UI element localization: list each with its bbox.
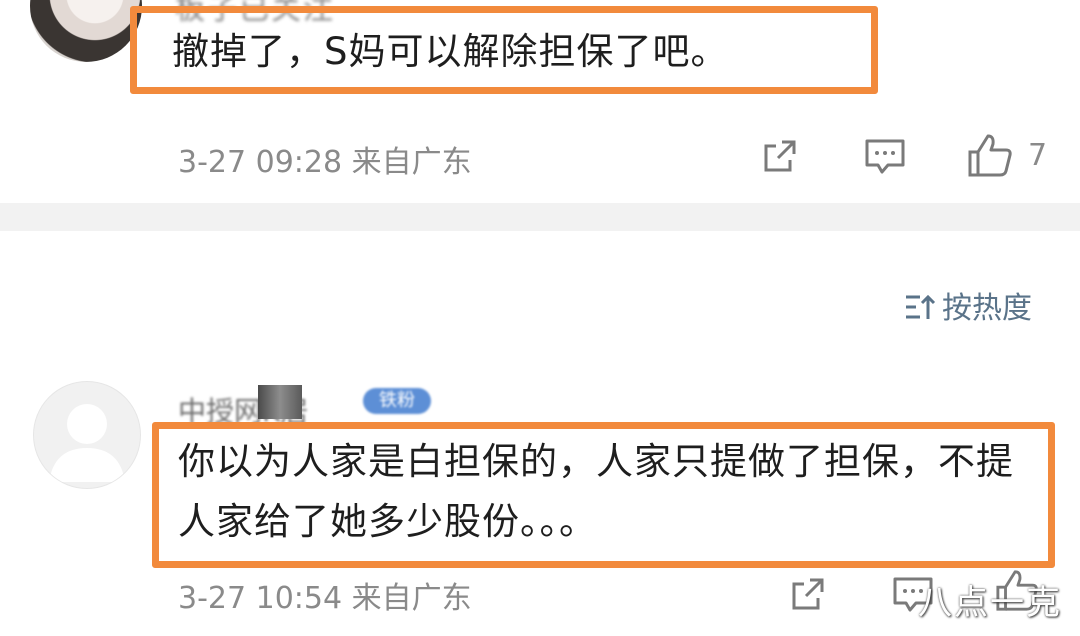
comment-text: 你以为人家是白担保的，人家只提做了担保，不提人家给了她多少股份。。。 <box>178 440 1014 543</box>
section-divider <box>0 203 1080 231</box>
mosaic-blur <box>258 385 302 419</box>
like-icon[interactable] <box>966 132 1014 178</box>
comment-meta: 3-27 10:54 来自广东 <box>178 573 472 617</box>
sort-button[interactable]: 按热度 <box>904 283 1032 327</box>
comment-text: 撤掉了，S妈可以解除担保了吧。 <box>172 30 729 73</box>
sort-label: 按热度 <box>942 291 1032 326</box>
comment-time: 3-27 09:28 <box>178 145 343 180</box>
share-icon[interactable] <box>760 136 800 176</box>
comment-time: 3-27 10:54 <box>178 581 343 616</box>
watermark: 八点一克 <box>918 583 1062 623</box>
user-avatar[interactable] <box>33 381 141 489</box>
comment-icon[interactable] <box>864 138 906 176</box>
share-icon[interactable] <box>788 574 828 614</box>
comment-location: 来自广东 <box>351 145 472 180</box>
sort-icon <box>906 294 936 319</box>
comment-location: 来自广东 <box>351 581 472 616</box>
user-avatar[interactable] <box>30 0 142 62</box>
comment-meta: 3-27 09:28 来自广东 <box>178 137 472 181</box>
fan-badge: 铁粉 <box>363 388 431 414</box>
default-avatar-icon <box>49 404 125 482</box>
like-count: 7 <box>1028 138 1048 173</box>
